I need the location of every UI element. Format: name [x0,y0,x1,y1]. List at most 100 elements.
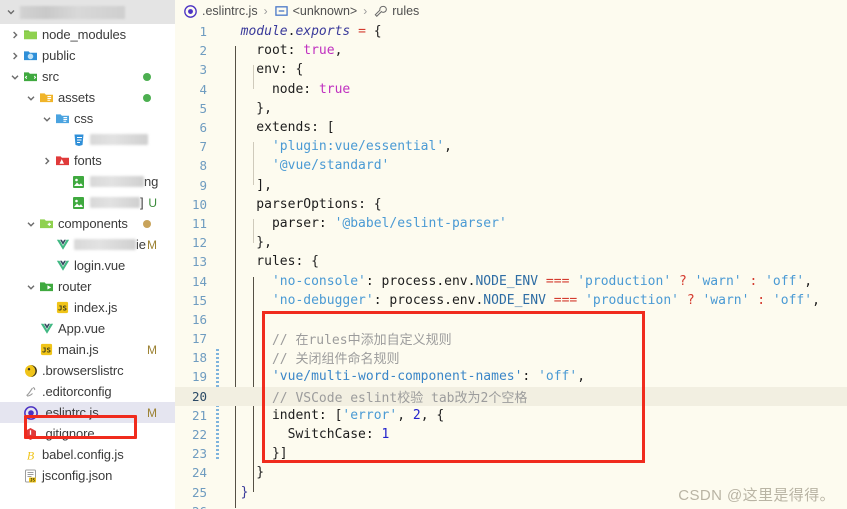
file-tree-item-fonts[interactable]: fonts [0,150,175,171]
file-tree-item-blurred[interactable]: ] U [0,192,175,213]
code-token: indent [225,407,319,423]
code-line[interactable]: 12 }, [175,233,847,252]
code-line[interactable]: 16 [175,310,847,329]
chevron-right-icon[interactable] [40,154,54,168]
code-line[interactable]: 5 }, [175,99,847,118]
file-tree-item-assets[interactable]: assets [0,87,175,108]
file-tree-item-babel-config-js[interactable]: Bbabel.config.js [0,444,175,465]
code-line[interactable]: 3 env: { [175,60,847,79]
breadcrumb[interactable]: .eslintrc.js › <unknown> › rules [175,0,847,22]
chevron-placeholder [8,469,22,483]
code-line[interactable]: 1 module.exports = { [175,22,847,41]
code-line[interactable]: 4 node: true [175,80,847,99]
chevron-down-icon[interactable] [24,217,38,231]
file-tree-item-blurred[interactable] [0,129,175,150]
code-token: = [358,24,366,40]
breadcrumb-file[interactable]: .eslintrc.js [202,4,258,18]
code-line-text[interactable]: rules: { [217,254,319,269]
file-tree-item-css[interactable]: css [0,108,175,129]
code-line-text[interactable]: // 在rules中添加自定义规则 [217,329,452,348]
code-line[interactable]: 18 // 关闭组件命名规则 [175,348,847,367]
chevron-down-icon[interactable] [4,5,18,19]
code-line[interactable]: 10 parserOptions: { [175,195,847,214]
breadcrumb-rules[interactable]: rules [392,4,419,18]
file-tree-item-public[interactable]: public [0,45,175,66]
code-line-text[interactable]: }] [217,446,288,461]
code-line[interactable]: 19 'vue/multi-word-component-names': 'of… [175,367,847,386]
code-editor-pane[interactable]: .eslintrc.js › <unknown> › rules 1 modul… [175,0,847,509]
code-line-text[interactable]: parserOptions: { [217,197,381,212]
file-tree-item-editorconfig[interactable]: .editorconfig [0,381,175,402]
code-line-text[interactable]: node: true [217,82,350,97]
file-tree-item-node-modules[interactable]: node_modules [0,24,175,45]
folder-router-icon [38,279,55,295]
file-tree-item-gitignore[interactable]: .gitignore [0,423,175,444]
chevron-down-icon[interactable] [40,112,54,126]
eslint-icon [22,405,39,421]
code-line-text[interactable]: 'no-console': process.env.NODE_ENV === '… [217,274,812,289]
file-explorer-sidebar[interactable]: node_modulespublic src assets css fonts ng] Uc… [0,0,175,509]
file-tree-item-label: public [42,48,76,63]
code-line-text[interactable]: }, [217,235,272,250]
file-tree-item-src[interactable]: src [0,66,175,87]
code-line-text[interactable]: } [217,485,249,500]
file-tree-item-ng[interactable]: ng [0,171,175,192]
folder-blue-icon [22,48,39,64]
code-line-text[interactable]: parser: '@babel/eslint-parser' [217,216,507,231]
file-tree-item-eslintrc-js[interactable]: .eslintrc.js M [0,402,175,423]
file-tree-item-browserslistrc[interactable]: .browserslistrc [0,360,175,381]
code-line-text[interactable]: 'plugin:vue/essential', [217,139,452,154]
code-line-text[interactable]: 'vue/multi-word-component-names': 'off', [217,369,585,384]
chevron-down-icon[interactable] [24,91,38,105]
code-line-text[interactable]: root: true, [217,43,342,58]
file-tree-item-router[interactable]: router [0,276,175,297]
code-line-text[interactable]: indent: ['error', 2, { [217,408,444,423]
explorer-root-row[interactable] [0,0,175,24]
code-line-text[interactable]: }, [217,101,272,116]
code-line[interactable]: 15 'no-debugger': process.env.NODE_ENV =… [175,291,847,310]
code-line-text[interactable]: // VSCode eslint校验 tab改为2个空格 [217,387,527,406]
chevron-right-icon[interactable] [8,28,22,42]
file-tree-item-app-vue[interactable]: App.vue [0,318,175,339]
code-line-text[interactable]: ], [217,178,272,193]
file-tree-item-index-js[interactable]: JS index.js [0,297,175,318]
code-line[interactable]: 21 indent: ['error', 2, { [175,406,847,425]
file-tree-item-jsconfig-json[interactable]: JS jsconfig.json [0,465,175,486]
code-token: }, [225,100,272,116]
code-line[interactable]: 17 // 在rules中添加自定义规则 [175,329,847,348]
code-line[interactable]: 13 rules: { [175,252,847,271]
breadcrumb-symbol[interactable]: <unknown> [293,4,358,18]
file-tree-item-main-js[interactable]: JS main.js M [0,339,175,360]
file-tree[interactable]: node_modulespublic src assets css fonts ng] Uc… [0,24,175,486]
chevron-down-icon[interactable] [8,70,22,84]
code-line[interactable]: 24 } [175,463,847,482]
code-token: exports [295,24,351,40]
code-line[interactable]: 22 SwitchCase: 1 [175,425,847,444]
code-line[interactable]: 9 ], [175,176,847,195]
code-token: parser [225,215,319,231]
code-line-text[interactable]: '@vue/standard' [217,158,389,173]
code-line-text[interactable]: extends: [ [217,120,334,135]
file-tree-item-ie[interactable]: ie M [0,234,175,255]
code-line-text[interactable]: SwitchCase: 1 [217,427,390,442]
file-tree-item-login-vue[interactable]: login.vue [0,255,175,276]
code-line[interactable]: 2 root: true, [175,41,847,60]
code-line[interactable]: 7 'plugin:vue/essential', [175,137,847,156]
chevron-right-icon[interactable] [8,49,22,63]
code-line[interactable]: 23 }] [175,444,847,463]
code-line[interactable]: 6 extends: [ [175,118,847,137]
code-line[interactable]: 20 // VSCode eslint校验 tab改为2个空格 [175,386,847,406]
file-tree-item-components[interactable]: components [0,213,175,234]
code-content[interactable]: 1 module.exports = {2 root: true, 3 env: … [175,22,847,509]
code-line-text[interactable]: env: { [217,62,303,77]
code-line-text[interactable]: module.exports = { [217,24,382,39]
code-line-text[interactable]: // 关闭组件命名规则 [217,348,399,367]
code-line-text[interactable]: } [217,465,264,480]
code-line[interactable]: 11 parser: '@babel/eslint-parser' [175,214,847,233]
code-line[interactable]: 14 'no-console': process.env.NODE_ENV ==… [175,271,847,290]
chevron-down-icon[interactable] [24,280,38,294]
code-line[interactable]: 8 '@vue/standard' [175,156,847,175]
code-line-text[interactable]: 'no-debugger': process.env.NODE_ENV === … [217,293,820,308]
